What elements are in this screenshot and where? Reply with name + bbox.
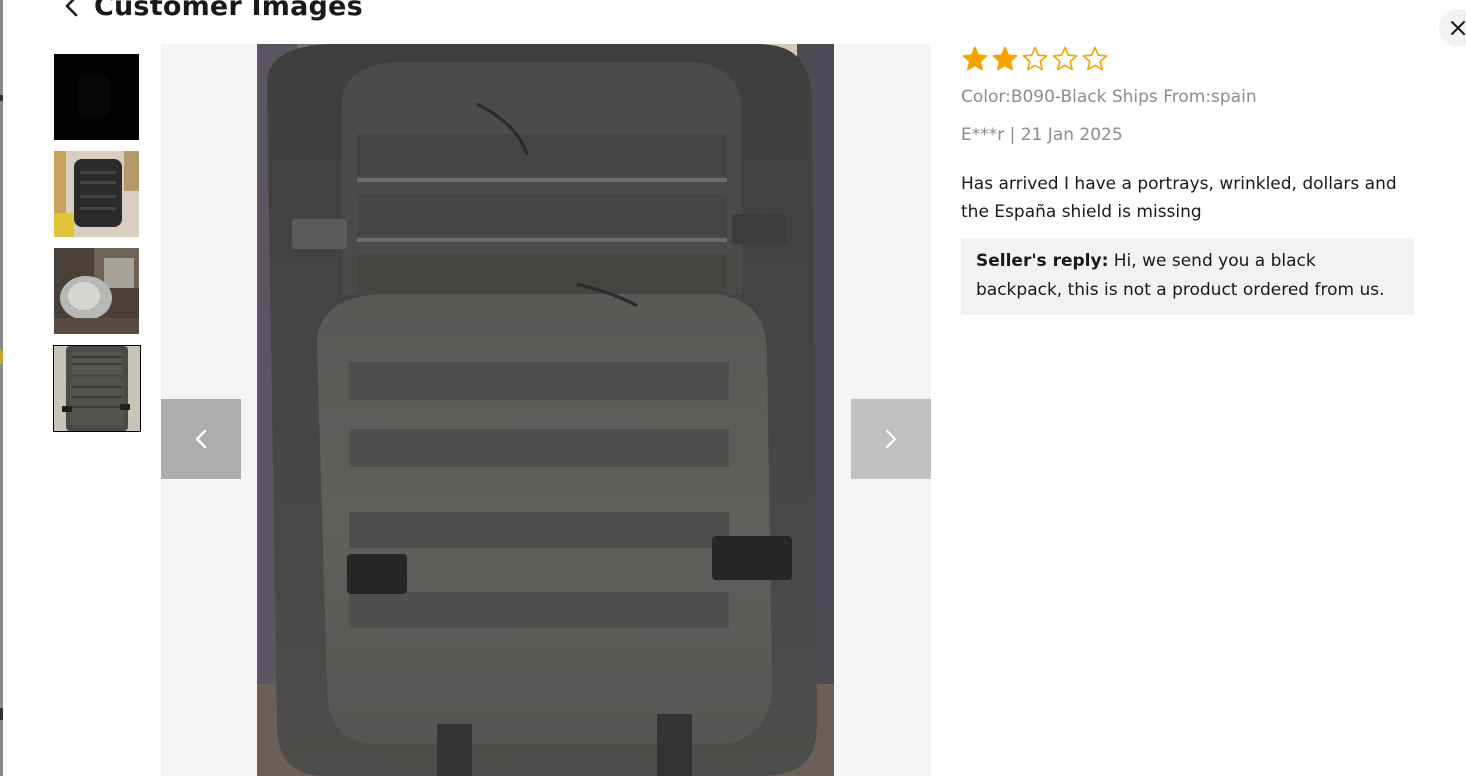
page-title: Customer Images bbox=[94, 0, 363, 22]
review-photo bbox=[257, 44, 834, 776]
star-filled-icon bbox=[962, 46, 988, 71]
chevron-right-icon bbox=[886, 430, 896, 448]
image-viewer bbox=[161, 44, 931, 776]
review-attributes: Color:B090-Black Ships From:spain bbox=[961, 87, 1257, 107]
star-empty-icon bbox=[1022, 46, 1048, 71]
page-edge-mark bbox=[0, 350, 3, 364]
modal-header: Customer Images bbox=[60, 0, 363, 26]
star-rating bbox=[962, 44, 1421, 74]
review-text: Has arrived I have a portrays, wrinkled,… bbox=[961, 174, 1397, 222]
review-author-date: E***r | 21 Jan 2025 bbox=[961, 125, 1123, 145]
thumbnail-image[interactable] bbox=[54, 248, 139, 334]
chevron-left-icon bbox=[195, 429, 207, 449]
page-edge-mark bbox=[0, 95, 3, 101]
thumbnail-image-selected[interactable] bbox=[53, 345, 141, 432]
star-filled-icon bbox=[992, 46, 1018, 71]
seller-reply: Seller's reply: Hi, we send you a black … bbox=[961, 238, 1414, 315]
previous-image-button[interactable] bbox=[161, 399, 241, 479]
star-empty-icon bbox=[1082, 46, 1108, 71]
page-edge-mark bbox=[0, 708, 3, 720]
thumbnail-image[interactable] bbox=[54, 54, 139, 140]
review-panel: Color:B090-Black Ships From:spain E***r … bbox=[961, 44, 1421, 315]
page-edge bbox=[0, 0, 3, 776]
close-button[interactable] bbox=[1439, 9, 1466, 47]
seller-reply-label: Seller's reply: bbox=[976, 251, 1109, 271]
next-image-button[interactable] bbox=[851, 399, 931, 479]
close-icon bbox=[1451, 21, 1465, 35]
chevron-left-icon[interactable] bbox=[60, 0, 84, 18]
thumbnail-list bbox=[53, 54, 141, 443]
thumbnail-image[interactable] bbox=[54, 151, 139, 237]
star-empty-icon bbox=[1052, 46, 1078, 71]
